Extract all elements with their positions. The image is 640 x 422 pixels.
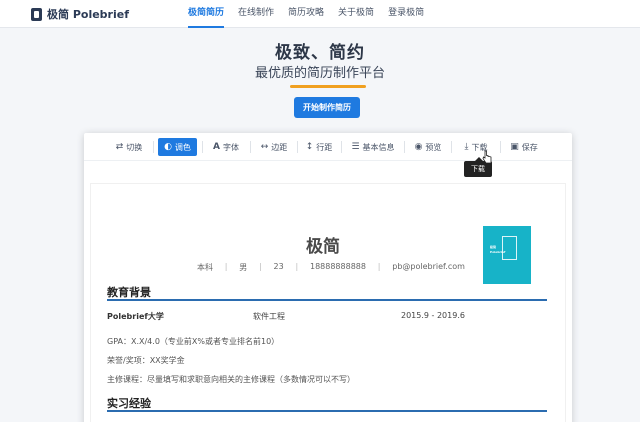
swap-icon: ⇄ bbox=[115, 142, 124, 152]
degree: 本科 bbox=[197, 263, 213, 272]
palette-icon: ◐ bbox=[164, 142, 172, 152]
toolbar-font-button[interactable]: A 字体 bbox=[208, 138, 244, 156]
hand-cursor-icon bbox=[482, 150, 492, 164]
logo-text: 极简 Polebrief bbox=[47, 8, 129, 21]
toolbar-basic-info-button[interactable]: ☰ 基本信息 bbox=[347, 138, 399, 156]
toolbar-divider bbox=[202, 141, 203, 153]
age: 23 bbox=[273, 262, 284, 271]
resume-sheet: 极简 本科 | 男 | 23 | 18888888888 | pb@polebr… bbox=[90, 183, 566, 422]
toolbar-divider bbox=[297, 141, 298, 153]
toolbar-save-button[interactable]: ▣ 保存 bbox=[506, 138, 542, 156]
section-divider bbox=[107, 299, 547, 301]
toolbar-divider bbox=[451, 141, 452, 153]
separator: | bbox=[377, 262, 381, 271]
hero-underline bbox=[290, 85, 366, 88]
school-name: Polebrief大学 bbox=[107, 312, 164, 321]
internship-section-title: 实习经验 bbox=[107, 397, 151, 410]
study-period: 2015.9 - 2019.6 bbox=[401, 311, 465, 320]
section-divider bbox=[107, 410, 547, 412]
toolbar-color-button[interactable]: ◐ 调色 bbox=[158, 138, 197, 156]
education-section-title: 教育背景 bbox=[107, 286, 151, 299]
phone: 18888888888 bbox=[309, 262, 366, 271]
toolbar-divider bbox=[500, 141, 501, 153]
toolbar-divider bbox=[404, 141, 405, 153]
line-height-icon: ↕ bbox=[305, 142, 314, 152]
nav-link-guides[interactable]: 简历攻略 bbox=[288, 0, 324, 28]
nav-link-about[interactable]: 关于极简 bbox=[338, 0, 374, 28]
toolbar-margin-button[interactable]: ↔ 边距 bbox=[256, 138, 292, 156]
resume-contact-info: 本科 | 男 | 23 | 18888888888 | pb@polebrief… bbox=[197, 262, 465, 273]
separator: | bbox=[295, 262, 299, 271]
editor-toolbar: ⇄ 切换 ◐ 调色 A 字体 ↔ 边距 ↕ 行距 ☰ 基本信息 ◉ 预览 ⤓ 下… bbox=[84, 133, 572, 161]
toolbar-divider bbox=[250, 141, 251, 153]
download-icon: ⤓ bbox=[464, 142, 469, 152]
top-navbar: 极简 Polebrief 极简简历 在线制作 简历攻略 关于极简 登录极简 bbox=[0, 0, 640, 28]
nav-link-online-make[interactable]: 在线制作 bbox=[238, 0, 274, 28]
gpa-line: GPA：X.X/4.0（专业前X%或者专业排名前10） bbox=[107, 337, 280, 346]
toolbar-preview-button[interactable]: ◉ 预览 bbox=[410, 138, 446, 156]
gender: 男 bbox=[239, 263, 248, 272]
toolbar-line-height-button[interactable]: ↕ 行距 bbox=[302, 138, 336, 156]
resume-editor: ⇄ 切换 ◐ 调色 A 字体 ↔ 边距 ↕ 行距 ☰ 基本信息 ◉ 预览 ⤓ 下… bbox=[84, 133, 572, 422]
nav-links: 极简简历 在线制作 简历攻略 关于极简 登录极简 bbox=[188, 0, 438, 28]
separator: | bbox=[259, 262, 262, 271]
toolbar-switch-button[interactable]: ⇄ 切换 bbox=[110, 138, 148, 156]
margin-icon: ↔ bbox=[260, 142, 269, 152]
email: pb@polebrief.com bbox=[392, 262, 465, 271]
photo-logo: 极简 Polebrief bbox=[490, 245, 506, 254]
eye-icon: ◉ bbox=[414, 142, 423, 152]
toolbar-divider bbox=[153, 141, 154, 153]
separator: | bbox=[224, 262, 228, 271]
font-icon: A bbox=[213, 142, 220, 152]
hero-title: 极致、简约 bbox=[275, 43, 365, 63]
toolbar-divider bbox=[341, 141, 342, 153]
courses-line: 主修课程：尽量填写和求职意向相关的主修课程（多数情况可以不写） bbox=[107, 375, 355, 384]
nav-link-home[interactable]: 极简简历 bbox=[188, 0, 225, 28]
save-icon: ▣ bbox=[510, 142, 519, 152]
major: 软件工程 bbox=[253, 312, 285, 321]
honors-line: 荣誉/奖项：XX奖学金 bbox=[107, 356, 185, 365]
avatar-photo[interactable]: 极简 Polebrief bbox=[483, 226, 531, 284]
hero-subtitle: 最优质的简历制作平台 bbox=[254, 66, 385, 81]
start-making-button[interactable]: 开始制作简历 bbox=[294, 97, 360, 118]
list-icon: ☰ bbox=[351, 142, 360, 152]
nav-link-login[interactable]: 登录极简 bbox=[388, 0, 424, 28]
logo-icon bbox=[31, 7, 42, 21]
logo[interactable]: 极简 Polebrief bbox=[31, 6, 129, 22]
